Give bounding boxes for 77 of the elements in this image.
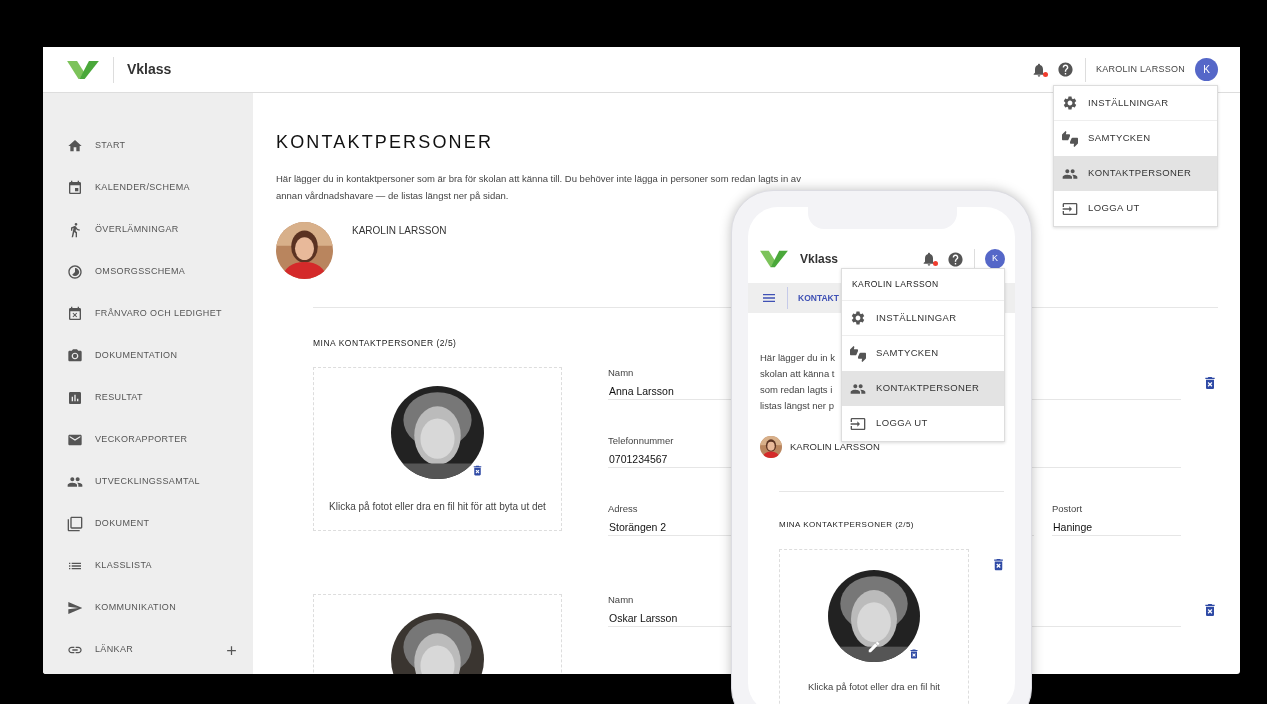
photo-dropzone[interactable]: Klicka på fotot eller dra en fil hit för att byta ut det: [313, 366, 562, 531]
nav-item[interactable]: KALENDER/SCHEMA: [43, 167, 253, 209]
send-icon: [67, 600, 83, 616]
menu-item[interactable]: KONTAKTPERSONER: [1054, 156, 1217, 191]
intro-text: listas längst ner p: [760, 399, 834, 413]
delete-icon[interactable]: [991, 557, 1006, 572]
menu-item[interactable]: LOGGA UT: [1054, 191, 1217, 226]
nav-item[interactable]: ÖVERLÄMNINGAR: [43, 209, 253, 251]
delete-icon[interactable]: [1202, 601, 1218, 618]
photo-dropzone[interactable]: Klicka på fotot eller dra en fil hit: [779, 549, 969, 704]
calendar-x-icon: [67, 306, 83, 322]
field-value[interactable]: 0701234567: [608, 451, 668, 466]
logout-icon: [850, 415, 866, 432]
breadcrumb: KONTAKT: [798, 291, 839, 305]
profile-name: KAROLIN LARSSON: [790, 439, 880, 454]
delete-icon[interactable]: [471, 463, 484, 477]
nav-item[interactable]: DOKUMENTATION: [43, 335, 253, 377]
intro-text: som redan lagts i: [760, 383, 833, 397]
field-value[interactable]: Haninge: [1052, 519, 1093, 534]
nav-item[interactable]: KOMMUNIKATION: [43, 587, 253, 629]
documents-icon: [67, 516, 83, 532]
delete-icon[interactable]: [1202, 374, 1218, 391]
page-title: KONTAKTPERSONER: [276, 131, 494, 153]
menu-item[interactable]: SAMTYCKEN: [842, 336, 1004, 371]
bar-chart-icon: [67, 390, 83, 406]
pie-clock-icon: [67, 264, 83, 280]
nav-item[interactable]: UTVECKLINGSSAMTAL: [43, 461, 253, 503]
thumbs-icon: [850, 345, 866, 362]
intro-text: skolan att känna t: [760, 367, 835, 381]
delete-icon[interactable]: [908, 648, 920, 660]
logout-icon: [1062, 200, 1078, 217]
intro-text: Här lägger du in k: [760, 351, 835, 365]
menu-item[interactable]: SAMTYCKEN: [1054, 121, 1217, 156]
field-value[interactable]: Storängen 2: [608, 519, 667, 534]
field-value[interactable]: Anna Larsson: [608, 383, 674, 398]
menu-item[interactable]: LOGGA UT: [842, 406, 1004, 441]
nav-item[interactable]: VECKORAPPORTER: [43, 419, 253, 461]
nav-item[interactable]: DOKUMENT: [43, 503, 253, 545]
camera-icon: [67, 348, 83, 364]
menu-item[interactable]: INSTÄLLNINGAR: [1054, 86, 1217, 121]
calendar-icon: [67, 180, 83, 196]
brand-name: Vklass: [800, 251, 839, 268]
avatar[interactable]: K: [1195, 58, 1218, 81]
field-label: Telefonnummer: [608, 434, 674, 447]
mail-icon: [67, 432, 83, 448]
brand-name: Vklass: [127, 60, 172, 79]
intro-text: Här lägger du in kontaktpersoner som är bra för skolan att känna till. Du behöver inte lägga in personer som redan lagts in av annan vårdnadshavare — de listas längst ner på sidan.: [276, 172, 801, 203]
photo-hint: Klicka på fotot eller dra en fil hit: [808, 680, 940, 694]
edit-icon[interactable]: [867, 640, 881, 654]
nav-item[interactable]: START: [43, 125, 253, 167]
field-value[interactable]: Oskar Larsson: [608, 610, 678, 625]
profile-name: KAROLIN LARSSON: [352, 224, 447, 238]
menu-item[interactable]: KONTAKTPERSONER: [842, 371, 1004, 406]
home-icon: [67, 138, 83, 154]
nav-item[interactable]: RESULTAT: [43, 377, 253, 419]
settings-icon: [850, 310, 866, 326]
logo-icon: [760, 250, 788, 268]
people-icon: [67, 474, 83, 490]
field-label: Adress: [608, 502, 638, 515]
help-icon[interactable]: [1056, 61, 1074, 78]
nav-item[interactable]: KLASSLISTA: [43, 545, 253, 587]
logo-icon: [67, 59, 99, 80]
photo-hint: Klicka på fotot eller dra en fil hit för att byta ut det: [329, 499, 546, 514]
nav-item[interactable]: LÄNKAR: [43, 629, 253, 671]
field-label: Namn: [608, 593, 634, 606]
menu-item[interactable]: INSTÄLLNINGAR: [842, 301, 1004, 336]
section-heading: MINA KONTAKTPERSONER (2/5): [779, 519, 915, 531]
avatar[interactable]: K: [985, 249, 1005, 269]
field-label: Namn: [608, 366, 634, 379]
thumbs-icon: [1062, 130, 1078, 147]
settings-icon: [1062, 95, 1078, 111]
nav-item[interactable]: FRÅNVARO OCH LEDIGHET: [43, 293, 253, 335]
section-heading: MINA KONTAKTPERSONER (2/5): [313, 337, 457, 350]
field-label: Postort: [1052, 502, 1083, 515]
help-icon[interactable]: [947, 250, 964, 268]
user-name[interactable]: KAROLIN LARSSON: [1095, 62, 1185, 77]
nav-item[interactable]: OMSORGSSCHEMA: [43, 251, 253, 293]
